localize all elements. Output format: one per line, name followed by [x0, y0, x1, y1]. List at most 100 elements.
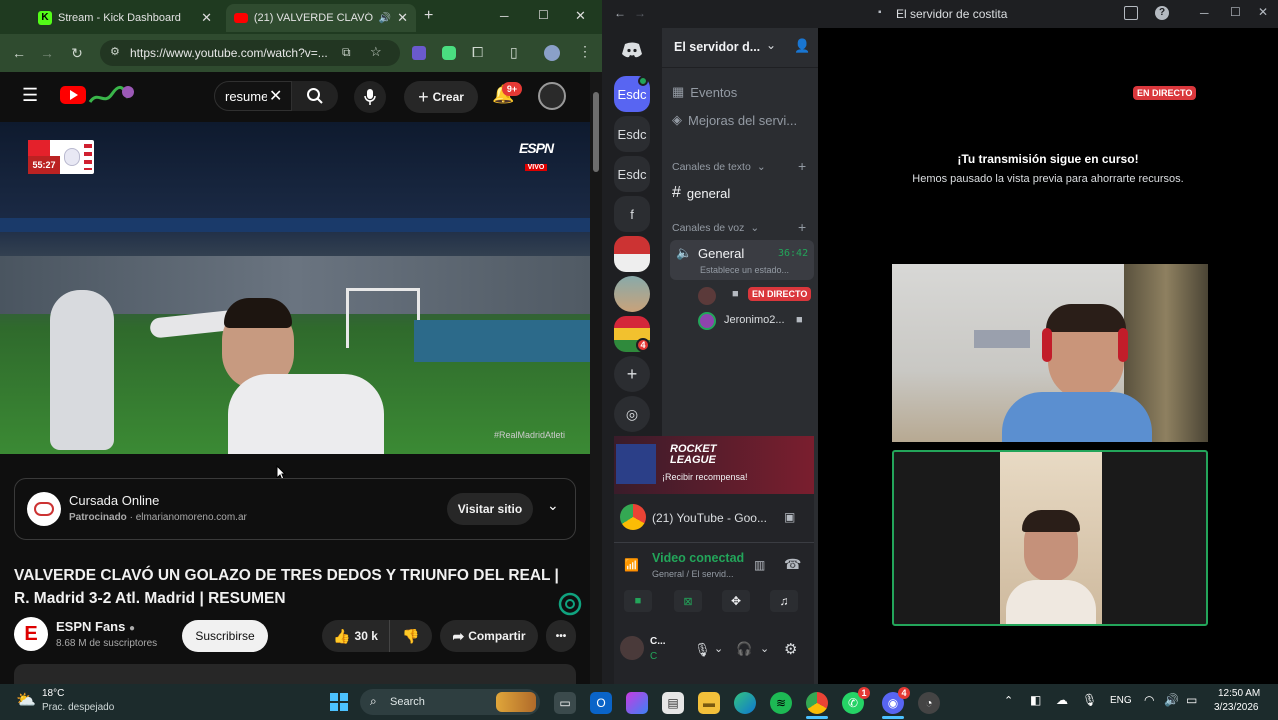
ad-title[interactable]: Cursada Online	[69, 493, 159, 508]
channel-avatar[interactable]: E	[14, 617, 48, 651]
guild-icon[interactable]: Esdc	[614, 116, 650, 152]
sponsored-ad-card[interactable]: Cursada Online Patrocinado · elmarianomo…	[14, 478, 576, 540]
windows-start-icon[interactable]	[330, 693, 348, 711]
close-tab-icon[interactable]: ✕	[397, 10, 408, 26]
language-indicator[interactable]: ENG	[1110, 695, 1132, 706]
channel-name-row[interactable]: ESPN Fans ●	[56, 619, 135, 634]
copilot-icon[interactable]	[626, 692, 648, 714]
activities-button[interactable]: ✥	[722, 590, 750, 612]
member-avatar[interactable]	[698, 312, 716, 330]
description-box[interactable]	[14, 664, 576, 684]
install-app-icon[interactable]: ⧉	[342, 45, 351, 60]
more-actions-button[interactable]: •••	[546, 620, 576, 652]
url-field[interactable]: ⚙ https://www.youtube.com/watch?v=... ⧉ …	[100, 40, 400, 66]
create-button[interactable]: + Crear	[404, 81, 478, 113]
store-icon[interactable]: ▤	[662, 692, 684, 714]
discover-icon[interactable]: ◎	[614, 396, 650, 432]
stream-title[interactable]: (21) YouTube - Goo...	[652, 511, 767, 525]
site-info-icon[interactable]: ⚙	[110, 45, 120, 58]
inbox-icon[interactable]	[1124, 6, 1138, 20]
voice-category[interactable]: Canales de voz ⌄	[672, 222, 759, 234]
volume-icon[interactable]: 🔊	[1164, 693, 1179, 707]
battery-icon[interactable]: ▭	[1186, 693, 1197, 707]
share-button[interactable]: ➦ Compartir	[440, 620, 538, 652]
back-icon[interactable]: ←	[8, 42, 30, 64]
extension-icon[interactable]	[412, 46, 426, 60]
noise-suppression-icon[interactable]: ▥	[754, 558, 765, 572]
onedrive-icon[interactable]: ☁	[1056, 693, 1068, 707]
temperature[interactable]: 18°C	[42, 688, 64, 699]
webcam-tile-1[interactable]	[892, 264, 1208, 442]
video-button[interactable]: ■	[624, 590, 652, 612]
guild-icon-image[interactable]	[614, 276, 650, 312]
sidebar-icon[interactable]: ▯	[510, 44, 518, 61]
youtube-logo[interactable]	[60, 86, 86, 104]
tab-youtube[interactable]: (21) VALVERDE CLAVÓ UN 🔊 ✕	[226, 4, 416, 32]
clock-date[interactable]: 3/23/2026	[1214, 702, 1259, 713]
reload-icon[interactable]: ↻	[66, 42, 88, 64]
chrome-taskbar-icon[interactable]	[806, 692, 828, 714]
weather-icon[interactable]: ⛅	[16, 690, 36, 710]
user-avatar[interactable]	[620, 636, 644, 660]
soundboard-button[interactable]: ♫	[770, 590, 798, 612]
hamburger-menu-icon[interactable]: ☰	[22, 85, 38, 106]
webcam-tile-2[interactable]	[892, 450, 1208, 626]
close-tab-icon[interactable]: ✕	[201, 10, 212, 26]
chevron-down-icon[interactable]: ⌄	[760, 642, 769, 655]
member-name[interactable]: Jeronimo2...	[724, 314, 785, 326]
boosts-item[interactable]: ◈ Mejoras del servi...	[672, 112, 797, 128]
speaker-icon[interactable]: 🔊	[379, 13, 391, 24]
settings-gear-icon[interactable]: ⚙	[784, 640, 797, 658]
events-item[interactable]: ▦ Eventos	[672, 84, 737, 100]
chatgpt-icon[interactable]	[556, 590, 584, 618]
close-window-button[interactable]: ✕	[575, 8, 586, 24]
minimize-button[interactable]: ─	[1200, 6, 1209, 20]
clock-time[interactable]: 12:50 AM	[1218, 688, 1260, 699]
back-icon[interactable]: ←	[614, 6, 626, 20]
taskbar-search[interactable]: ⌕ Search	[360, 689, 540, 715]
help-icon[interactable]: ?	[1155, 6, 1169, 20]
discord-home-icon[interactable]	[614, 32, 650, 68]
forward-icon[interactable]: →	[634, 6, 646, 20]
close-window-button[interactable]: ✕	[1258, 5, 1268, 19]
app-icon[interactable]: ◔	[918, 692, 940, 714]
member-avatar[interactable]	[698, 287, 716, 305]
rocket-league-promo[interactable]: ROCKET LEAGUE ¡Recibir recompensa!	[614, 436, 814, 494]
headphones-icon[interactable]: 🎧	[736, 641, 752, 657]
guild-icon[interactable]: Esdc	[614, 156, 650, 192]
guild-icon[interactable]: f	[614, 196, 650, 232]
subscribe-button[interactable]: Suscribirse	[182, 620, 268, 652]
chrome-menu-icon[interactable]: ⋮	[578, 43, 592, 60]
username[interactable]: C...	[650, 636, 666, 647]
wifi-icon[interactable]: ◠	[1144, 693, 1154, 707]
maximize-button[interactable]: ☐	[1230, 5, 1241, 19]
add-channel-icon[interactable]: +	[798, 219, 806, 235]
extensions-puzzle-icon[interactable]: ⧠	[472, 44, 483, 61]
microphone-icon[interactable]: 🎙	[694, 642, 711, 658]
minimize-button[interactable]: ─	[500, 9, 509, 23]
server-header[interactable]: El servidor d... ⌄ 👤	[662, 28, 818, 68]
voice-search-button[interactable]	[354, 81, 386, 113]
extension-icon[interactable]	[442, 46, 456, 60]
disconnect-icon[interactable]: ☎	[784, 556, 801, 573]
voice-channel-general[interactable]: 🔈 General 36:42 Establece un estado...	[670, 240, 814, 280]
chevron-down-icon[interactable]: ⌄	[547, 497, 559, 514]
task-view-icon[interactable]: ▭	[554, 692, 576, 714]
stream-preview-icon[interactable]: ▣	[784, 510, 795, 524]
search-input[interactable]: resumen ✕	[214, 81, 292, 111]
weather-text[interactable]: Prac. despejado	[42, 702, 114, 713]
profile-avatar[interactable]	[544, 45, 560, 61]
bookmark-star-icon[interactable]: ☆	[370, 44, 382, 60]
video-player[interactable]: 55:27 ESPN VIVO #RealMadridAtleti	[0, 122, 590, 454]
microphone-icon[interactable]: 🎙	[1082, 693, 1097, 707]
visit-site-button[interactable]: Visitar sitio	[447, 493, 533, 525]
like-button[interactable]: 👍 30 k	[322, 620, 390, 652]
channel-name[interactable]: ESPN Fans	[56, 619, 125, 634]
new-tab-button[interactable]: +	[424, 7, 433, 25]
screen-share-button[interactable]: ⊠	[674, 590, 702, 612]
tab-kick-dashboard[interactable]: K Stream - Kick Dashboard ✕	[30, 4, 220, 32]
account-avatar[interactable]	[538, 82, 566, 110]
clear-search-icon[interactable]: ✕	[269, 86, 282, 106]
edge-icon[interactable]	[734, 692, 756, 714]
file-explorer-icon[interactable]: ▬	[698, 692, 720, 714]
